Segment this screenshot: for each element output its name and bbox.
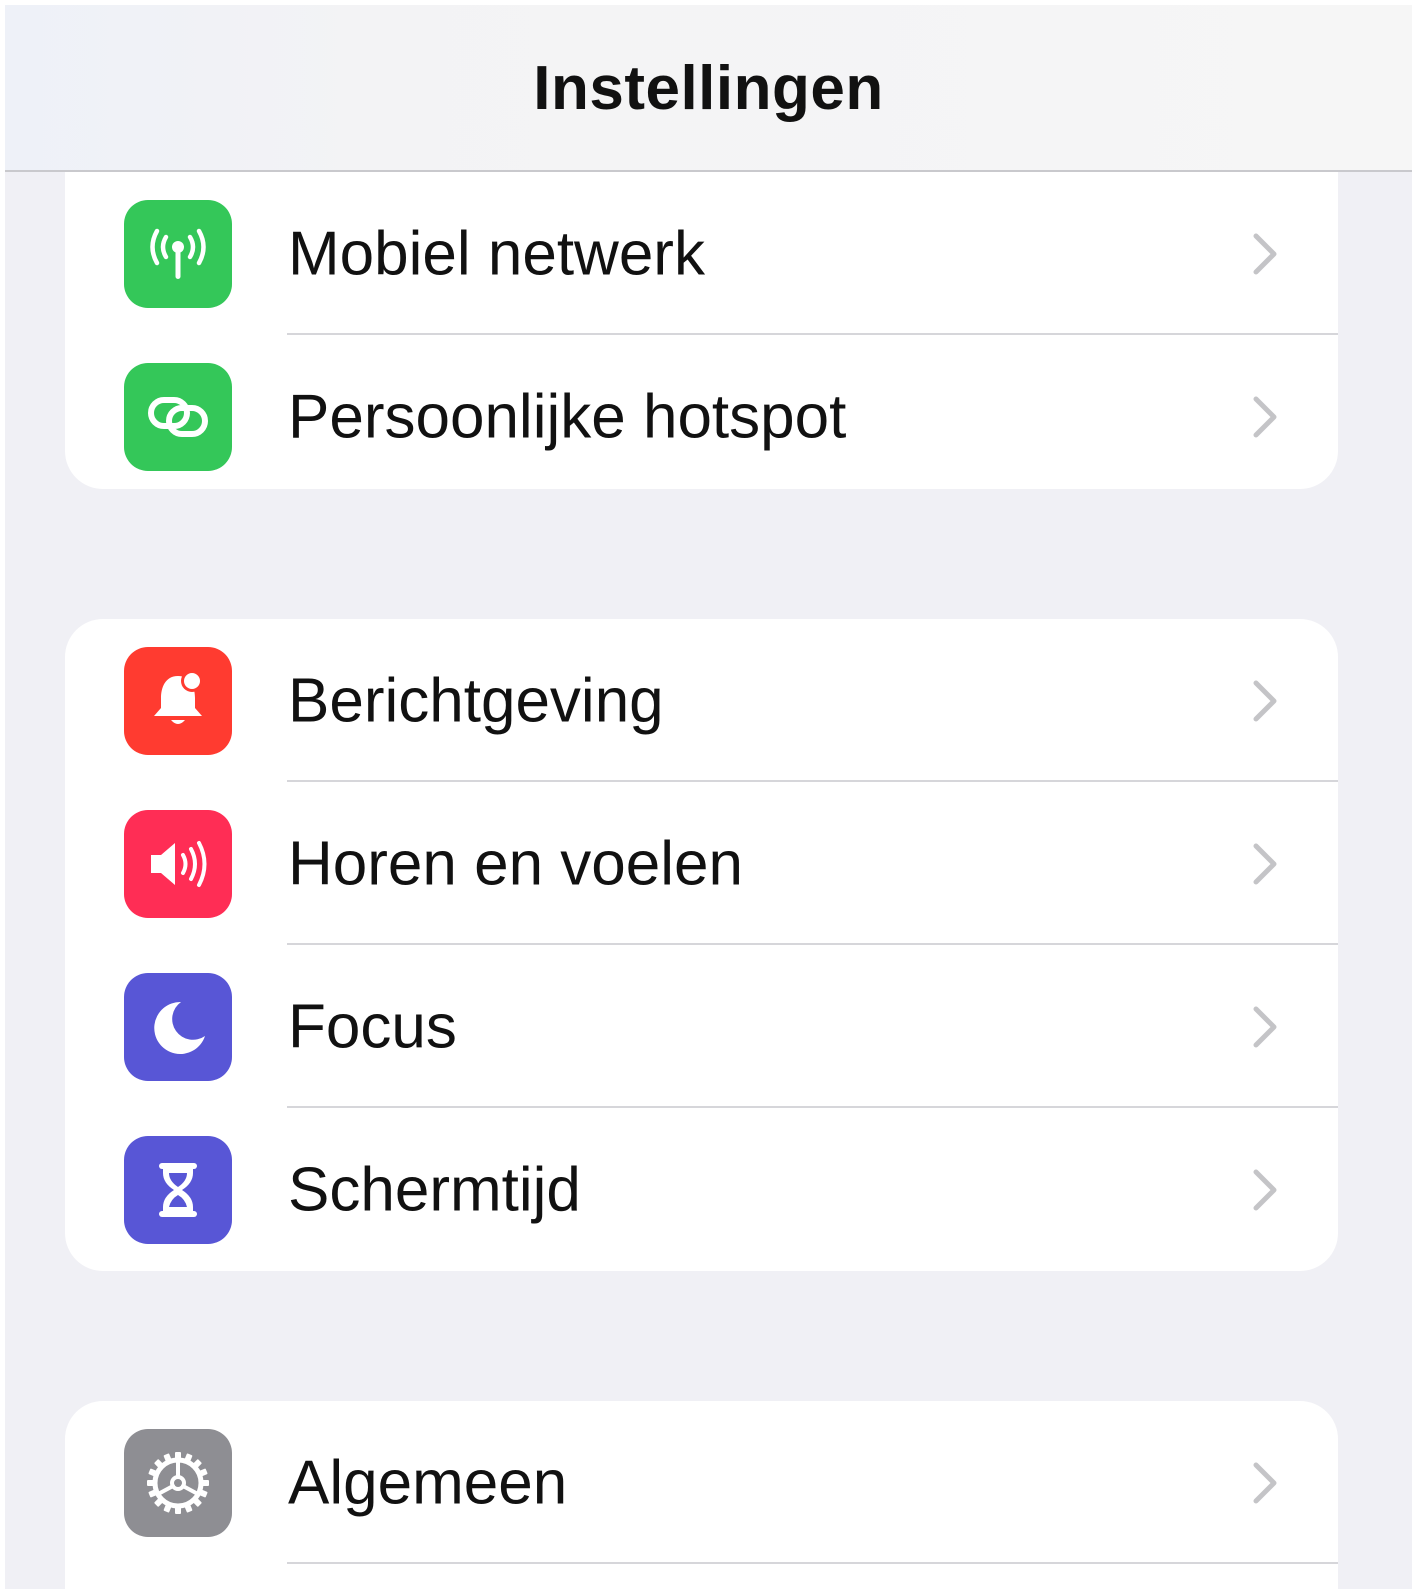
page-title: Instellingen [533, 54, 884, 123]
moon-icon [124, 972, 232, 1081]
settings-group-connectivity: Mobiel netwerk Persoonlijke hotspot [65, 172, 1338, 489]
row-label: Mobiel netwerk [288, 219, 705, 288]
settings-screen: Instellingen Mobiel netwerk Persoonlijke… [5, 5, 1412, 1589]
settings-row-schermtijd[interactable]: Schermtijd [65, 1108, 1338, 1271]
row-label: Focus [288, 992, 457, 1061]
bell-badge-icon [124, 646, 232, 755]
settings-row-horen-en-voelen[interactable]: Horen en voelen [65, 782, 1338, 945]
hourglass-icon [124, 1135, 232, 1244]
antenna-icon [124, 199, 232, 308]
chevron-right-icon [1253, 680, 1277, 721]
row-label: Schermtijd [288, 1155, 581, 1224]
settings-row-persoonlijke-hotspot[interactable]: Persoonlijke hotspot [65, 335, 1338, 489]
settings-row-berichtgeving[interactable]: Berichtgeving [65, 619, 1338, 782]
hotspot-link-icon [124, 362, 232, 471]
settings-row-mobiel-netwerk[interactable]: Mobiel netwerk [65, 172, 1338, 335]
settings-row-focus[interactable]: Focus [65, 945, 1338, 1108]
chevron-right-icon [1253, 1006, 1277, 1047]
settings-group-general: Algemeen [65, 1401, 1338, 1589]
row-label: Berichtgeving [288, 666, 664, 735]
chevron-right-icon [1253, 843, 1277, 884]
settings-group-notifications: Berichtgeving Horen en voelen Focus Sche… [65, 619, 1338, 1271]
navigation-bar: Instellingen [5, 5, 1412, 172]
speaker-icon [124, 809, 232, 918]
gear-icon [124, 1428, 232, 1537]
chevron-right-icon [1253, 396, 1277, 437]
row-label: Horen en voelen [288, 829, 743, 898]
row-divider [287, 1562, 1338, 1564]
row-label: Algemeen [288, 1448, 568, 1517]
settings-row-algemeen[interactable]: Algemeen [65, 1401, 1338, 1564]
chevron-right-icon [1253, 233, 1277, 274]
row-label: Persoonlijke hotspot [288, 382, 847, 451]
chevron-right-icon [1253, 1462, 1277, 1503]
chevron-right-icon [1253, 1169, 1277, 1210]
